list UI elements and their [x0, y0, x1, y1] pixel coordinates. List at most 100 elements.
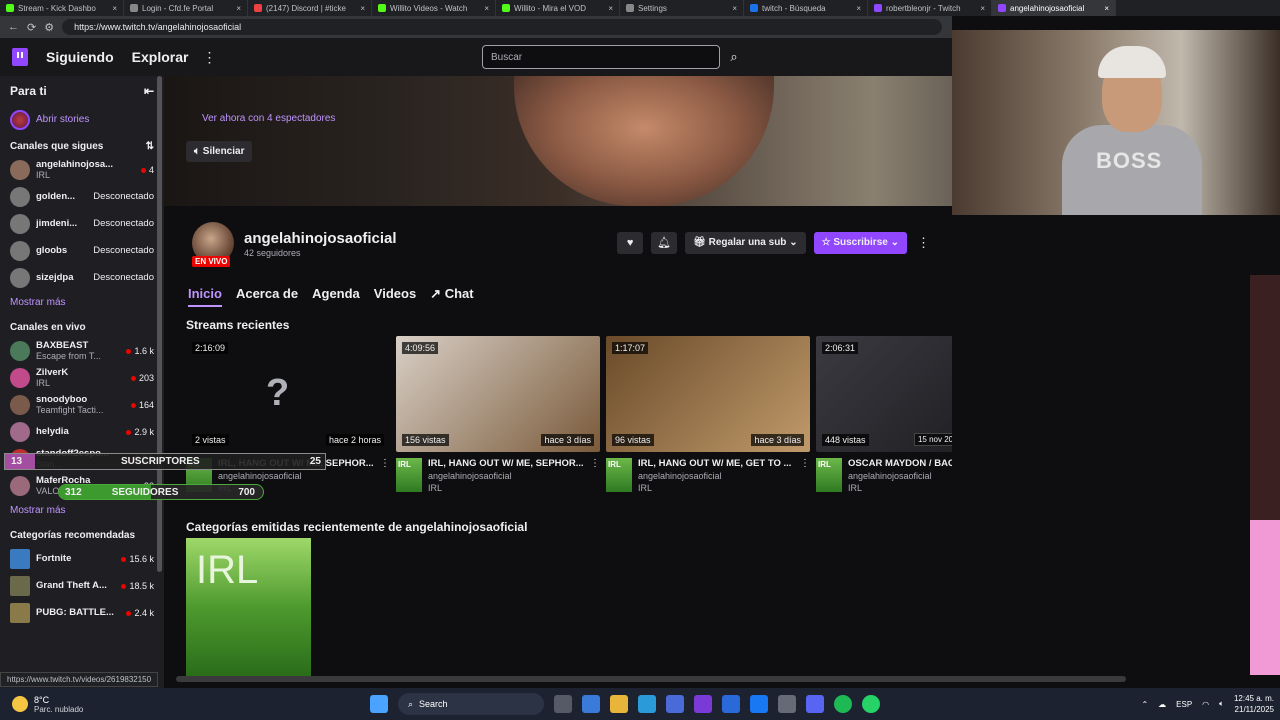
video-more-icon[interactable]: ⋮ [800, 458, 810, 493]
video-category-boxart[interactable] [816, 458, 842, 492]
followed-channel-item[interactable]: gloobs Desconectado [0, 237, 164, 264]
spotify-icon[interactable] [834, 695, 852, 713]
browser-tab[interactable]: twitch - Búsqueda × [744, 0, 868, 16]
file-explorer-icon[interactable] [610, 695, 628, 713]
video-thumbnail[interactable]: 1:17:07 96 vistas hace 3 días [606, 336, 810, 452]
video-thumbnail[interactable]: 2:06:31448 vistashace 6 días15 nov 2025 [816, 336, 952, 452]
close-tab-icon[interactable]: × [360, 4, 365, 13]
browser-tab[interactable]: angelahinojosaoficial × [992, 0, 1116, 16]
volume-icon[interactable]: 🔈︎ [1219, 699, 1224, 709]
collapse-sidebar-icon[interactable]: ⇤ [144, 84, 154, 98]
video-title[interactable]: OSCAR MAYDON / BACKSTAGE ... [848, 458, 952, 469]
video-channel[interactable]: angelahinojosaoficial [428, 471, 584, 481]
clock[interactable]: 12:45 a. m. 21/11/2025 [1234, 693, 1274, 715]
discord-icon[interactable] [806, 695, 824, 713]
live-channel-item[interactable]: helydia 2.9 k [0, 418, 164, 445]
open-stories-item[interactable]: Abrir stories [0, 106, 164, 133]
video-card[interactable]: 2:06:31448 vistashace 6 días15 nov 2025 O… [816, 336, 952, 493]
video-more-icon[interactable]: ⋮ [590, 458, 600, 493]
video-title[interactable]: IRL, HANG OUT W/ ME, GET TO ... [638, 458, 794, 469]
reload-icon[interactable]: ⟳ [27, 21, 36, 34]
close-tab-icon[interactable]: × [484, 4, 489, 13]
more-options-icon[interactable]: ⋮ [915, 235, 932, 251]
video-channel[interactable]: angelahinojosaoficial [638, 471, 794, 481]
video-category[interactable]: IRL [428, 483, 584, 493]
video-channel[interactable]: angelahinojosaoficial [218, 471, 374, 481]
irl-category-card[interactable]: IRL [186, 538, 311, 676]
copilot-icon[interactable] [582, 695, 600, 713]
twitch-logo-icon[interactable] [12, 48, 28, 66]
store-icon[interactable] [666, 695, 684, 713]
close-tab-icon[interactable]: × [112, 4, 117, 13]
video-thumbnail[interactable]: ? 2:16:09 2 vistas hace 2 horas [186, 336, 390, 452]
video-card[interactable]: 1:17:07 96 vistas hace 3 días IRL, HANG OUT… [606, 336, 810, 493]
close-tab-icon[interactable]: × [856, 4, 861, 13]
app-icon[interactable] [694, 695, 712, 713]
video-card[interactable]: 4:09:56 156 vistas hace 3 días IRL, HANG OU… [396, 336, 600, 493]
show-more-live[interactable]: Mostrar más [0, 499, 164, 522]
weather-widget[interactable]: 8°C Parc. nublado [0, 695, 370, 714]
cloud-icon[interactable]: ☁ [1158, 700, 1166, 709]
browser-tab[interactable]: Stream - Kick Dashbo × [0, 0, 124, 16]
followed-channel-item[interactable]: jimdeni... Desconectado [0, 210, 164, 237]
followed-channel-item[interactable]: angelahinojosa... IRL 4 [0, 156, 164, 183]
more-dots-icon[interactable]: ⋮ [202, 49, 216, 66]
mail-icon[interactable] [722, 695, 740, 713]
watch-now-link[interactable]: Ver ahora con 4 espectadores [202, 113, 335, 124]
browser-tab[interactable]: Willito - Mira el VOD × [496, 0, 620, 16]
lang-indicator[interactable]: ESP [1176, 700, 1192, 709]
video-channel[interactable]: angelahinojosaoficial [848, 471, 952, 481]
settings-icon[interactable] [778, 695, 796, 713]
task-view-icon[interactable] [554, 695, 572, 713]
search-icon[interactable]: ⌕ [722, 45, 746, 69]
chevron-up-icon[interactable]: ⌃ [1141, 700, 1148, 709]
category-item[interactable]: Grand Theft A... 18.5 k [0, 572, 164, 599]
edge-browser-icon[interactable] [638, 695, 656, 713]
windows-start-icon[interactable] [370, 695, 388, 713]
browser-tab[interactable]: Willito Videos - Watch × [372, 0, 496, 16]
video-category-boxart[interactable] [606, 458, 632, 492]
gift-sub-button[interactable]: 🎁︎ Regalar una sub ⌄ [685, 232, 806, 254]
taskbar-search[interactable]: ⌕ Search [398, 693, 544, 715]
browser-tab[interactable]: robertbleonjr - Twitch × [868, 0, 992, 16]
following-link[interactable]: Siguiendo [46, 49, 114, 65]
video-category-boxart[interactable] [396, 458, 422, 492]
subscribe-button[interactable]: ☆ Suscribirse ⌄ [813, 232, 907, 254]
close-tab-icon[interactable]: × [1104, 4, 1109, 13]
site-info-icon[interactable]: ⚙ [44, 21, 54, 34]
video-category[interactable]: IRL [848, 483, 952, 493]
browser-tab[interactable]: (2147) Discord | #ticke × [248, 0, 372, 16]
heart-icon[interactable]: ♥ [617, 232, 644, 254]
tab-agenda[interactable]: Agenda [312, 286, 360, 307]
bell-icon[interactable]: 🔔︎ [651, 232, 678, 254]
whatsapp-icon[interactable] [862, 695, 880, 713]
close-tab-icon[interactable]: × [236, 4, 241, 13]
search-input[interactable]: Buscar [482, 45, 720, 69]
show-more-followed[interactable]: Mostrar más [0, 291, 164, 314]
sort-icon[interactable]: ⇅ [146, 141, 154, 152]
live-channel-item[interactable]: ZilverK IRL 203 [0, 364, 164, 391]
browser-tab[interactable]: Settings × [620, 0, 744, 16]
video-thumbnail[interactable]: 4:09:56 156 vistas hace 3 días [396, 336, 600, 452]
video-more-icon[interactable]: ⋮ [380, 458, 390, 493]
url-field[interactable]: https://www.twitch.tv/angelahinojosaofic… [62, 19, 942, 35]
live-channel-item[interactable]: BAXBEAST Escape from T... 1.6 k [0, 337, 164, 364]
close-tab-icon[interactable]: × [980, 4, 985, 13]
followed-channel-item[interactable]: golden... Desconectado [0, 183, 164, 210]
back-icon[interactable]: ← [8, 21, 19, 33]
category-item[interactable]: PUBG: BATTLE... 2.4 k [0, 599, 164, 626]
facebook-icon[interactable] [750, 695, 768, 713]
live-channel-item[interactable]: snoodyboo Teamfight Tacti... 164 [0, 391, 164, 418]
tab-inicio[interactable]: Inicio [188, 286, 222, 307]
live-preview[interactable]: Ver ahora con 4 espectadores 🔈︎ Silencia… [164, 76, 952, 206]
followed-channel-item[interactable]: sizejdpa Desconectado [0, 264, 164, 291]
tab-chat[interactable]: ↗ Chat [430, 286, 473, 307]
explore-link[interactable]: Explorar [132, 49, 189, 65]
close-tab-icon[interactable]: × [608, 4, 613, 13]
category-item[interactable]: Fortnite 15.6 k [0, 545, 164, 572]
horizontal-scrollbar[interactable] [176, 676, 1126, 682]
browser-tab[interactable]: Login - Cfd.fe Portal × [124, 0, 248, 16]
close-tab-icon[interactable]: × [732, 4, 737, 13]
video-title[interactable]: IRL, HANG OUT W/ ME, SEPHOR... [428, 458, 584, 469]
video-category[interactable]: IRL [638, 483, 794, 493]
